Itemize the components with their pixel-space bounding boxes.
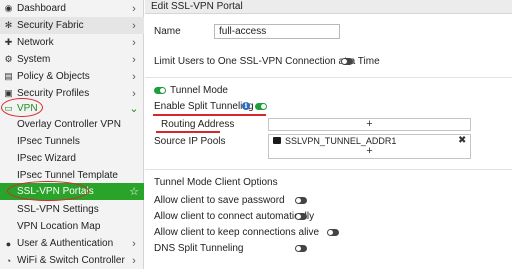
edit-panel: Edit SSL-VPN Portal Name full-access Lim… <box>145 0 512 269</box>
sidebar-subitem-label: SSL-VPN Settings <box>17 204 99 215</box>
routing-address-annotation-underline <box>156 131 220 133</box>
user-icon: ● <box>5 238 12 249</box>
limit-users-toggle[interactable] <box>341 58 353 65</box>
chevron-right-icon: › <box>132 237 136 250</box>
client-options-title: Tunnel Mode Client Options <box>154 177 278 188</box>
allow-connect-automatically-toggle[interactable] <box>295 213 307 220</box>
sidebar-item-network[interactable]: ✚ Network › <box>0 34 144 51</box>
sidebar-subitem-vpn-location-map[interactable]: VPN Location Map <box>0 218 144 235</box>
chevron-right-icon: › <box>132 36 136 49</box>
routing-address-field[interactable]: + <box>268 118 471 131</box>
sidebar-item-label: Security Profiles <box>17 88 90 99</box>
remove-icon[interactable]: ✖ <box>458 135 468 146</box>
sidebar-subitem-ipsec-tunnels[interactable]: IPsec Tunnels <box>0 133 144 150</box>
network-icon: ✚ <box>4 37 13 47</box>
sidebar-subitem-label: VPN Location Map <box>17 221 101 232</box>
panel-header: Edit SSL-VPN Portal <box>145 0 512 14</box>
dashboard-icon: ◉ <box>4 3 13 13</box>
sidebar-subitem-label: IPsec Tunnel Template <box>17 170 118 181</box>
allow-save-password-toggle[interactable] <box>295 197 307 204</box>
dns-split-tunneling-toggle[interactable] <box>295 245 307 252</box>
ssl-vpn-portals-annotation-circle <box>7 181 89 201</box>
sidebar-subitem-label: IPsec Wizard <box>17 153 76 164</box>
split-tunneling-label: Enable Split Tunneling <box>154 101 254 112</box>
info-icon[interactable]: i <box>242 102 250 110</box>
add-routing-address-button[interactable]: + <box>269 119 470 130</box>
lock-icon: ▣ <box>4 88 13 98</box>
sidebar-item-label: User & Authentication <box>17 238 114 249</box>
sidebar-subitem-ipsec-tunnel-template[interactable]: IPsec Tunnel Template <box>0 167 144 184</box>
chevron-right-icon: › <box>132 2 136 15</box>
sidebar-item-policy-objects[interactable]: ▤ Policy & Objects › <box>0 68 144 85</box>
security-fabric-icon: ✻ <box>4 20 13 30</box>
source-ip-pool-value: SSLVPN_TUNNEL_ADDR1 <box>285 135 397 146</box>
tunnel-mode-toggle[interactable] <box>154 87 166 94</box>
allow-keep-alive-toggle[interactable] <box>327 229 339 236</box>
divider <box>145 77 512 78</box>
add-source-ip-pool-button[interactable]: + <box>269 146 470 157</box>
sidebar: ◉ Dashboard › ✻ Security Fabric › ✚ Netw… <box>0 0 144 269</box>
policy-icon: ▤ <box>4 71 13 81</box>
sidebar-item-label: Network <box>17 37 54 48</box>
sidebar-subitem-ssl-vpn-settings[interactable]: SSL-VPN Settings <box>0 201 144 218</box>
tunnel-mode-label: Tunnel Mode <box>170 85 228 96</box>
name-label: Name <box>154 26 181 37</box>
chevron-right-icon: › <box>132 254 136 267</box>
split-tunneling-toggle[interactable] <box>255 103 267 110</box>
sidebar-item-wifi-switch-controller[interactable]: ◔ WiFi & Switch Controller › <box>0 252 144 269</box>
routing-address-label: Routing Address <box>161 119 235 130</box>
address-object-icon <box>273 137 281 144</box>
star-icon[interactable]: ☆ <box>129 185 139 198</box>
dns-split-tunneling-label: DNS Split Tunneling <box>154 243 244 254</box>
gear-icon: ⚙ <box>4 54 13 64</box>
split-tunneling-annotation-underline <box>153 114 266 116</box>
sidebar-item-label: Security Fabric <box>17 20 84 31</box>
sidebar-subitem-ipsec-wizard[interactable]: IPsec Wizard <box>0 150 144 167</box>
chevron-right-icon: › <box>132 19 136 32</box>
divider <box>145 169 512 170</box>
chevron-right-icon: › <box>132 53 136 66</box>
chevron-down-icon: ⌄ <box>129 103 139 115</box>
sidebar-item-security-fabric[interactable]: ✻ Security Fabric › <box>0 17 144 34</box>
sidebar-subitem-label: IPsec Tunnels <box>17 136 80 147</box>
sidebar-item-label: Dashboard <box>17 3 66 14</box>
sidebar-item-user-authentication[interactable]: ● User & Authentication › <box>0 235 144 252</box>
chevron-right-icon: › <box>132 70 136 83</box>
page-title: Edit SSL-VPN Portal <box>151 1 243 12</box>
source-ip-pools-field[interactable]: SSLVPN_TUNNEL_ADDR1 ✖ + <box>268 134 471 159</box>
sidebar-item-label: Policy & Objects <box>17 71 90 82</box>
allow-connect-automatically-label: Allow client to connect automatically <box>154 211 315 222</box>
name-input[interactable]: full-access <box>214 24 340 39</box>
vpn-annotation-circle <box>1 98 43 117</box>
allow-keep-alive-label: Allow client to keep connections alive <box>154 227 320 238</box>
sidebar-subitem-overlay-controller-vpn[interactable]: Overlay Controller VPN <box>0 116 144 133</box>
chevron-right-icon: › <box>132 87 136 100</box>
sidebar-subitem-label: Overlay Controller VPN <box>17 119 121 130</box>
sidebar-item-label: WiFi & Switch Controller <box>17 255 125 266</box>
sidebar-item-system[interactable]: ⚙ System › <box>0 51 144 68</box>
allow-save-password-label: Allow client to save password <box>154 195 285 206</box>
sidebar-item-label: System <box>17 54 51 65</box>
sidebar-item-dashboard[interactable]: ◉ Dashboard › <box>0 0 144 17</box>
source-ip-pools-label: Source IP Pools <box>154 136 226 147</box>
wifi-icon: ◔ <box>5 255 12 266</box>
